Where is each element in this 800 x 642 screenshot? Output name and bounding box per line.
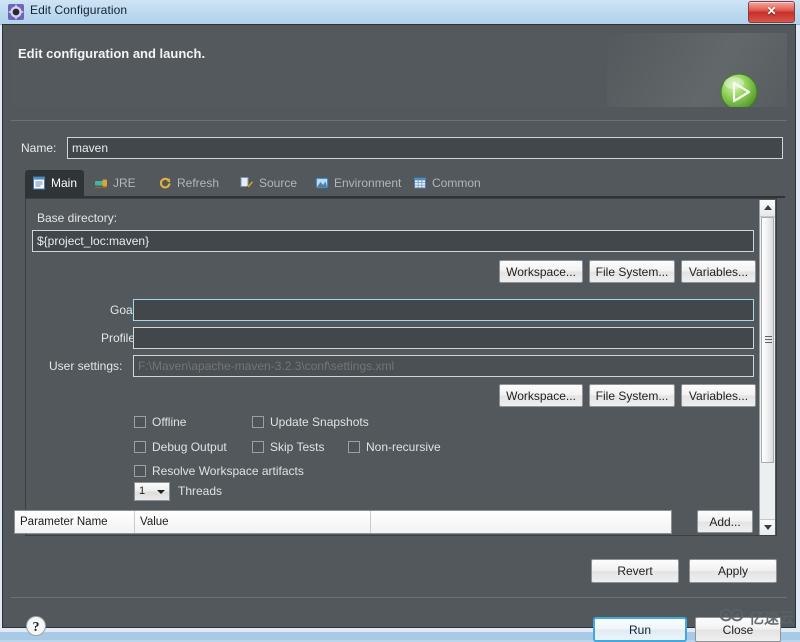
user-settings-input[interactable] (133, 355, 754, 377)
close-icon: ✕ (766, 4, 777, 18)
tab-label: JRE (113, 176, 136, 190)
chevron-down-icon (157, 490, 165, 494)
checkbox-label: Offline (152, 415, 187, 429)
base-dir-file-system-button[interactable]: File System... (589, 260, 675, 283)
checkbox-skip-tests[interactable]: Skip Tests (252, 440, 324, 454)
help-question-icon[interactable]: ? (25, 615, 47, 637)
window-close-button[interactable]: ✕ (748, 1, 795, 23)
table-header-parameter-name[interactable]: Parameter Name (15, 511, 135, 533)
green-run-play-icon (717, 71, 763, 107)
common-table-icon (413, 176, 427, 190)
base-directory-input[interactable] (32, 230, 754, 252)
watermark-text: 亿速云 (748, 610, 794, 627)
checkbox-update-snapshots[interactable]: Update Snapshots (252, 415, 369, 429)
footer-separator (11, 597, 787, 598)
threads-value: 1 (139, 485, 146, 497)
tab-label: Main (51, 176, 78, 190)
user-settings-label: User settings: (49, 359, 123, 373)
watermark: 亿速云 (719, 607, 794, 628)
base-dir-workspace-button[interactable]: Workspace... (499, 260, 583, 283)
threads-spinner[interactable]: 1 (134, 482, 170, 501)
watermark-logo-icon (719, 607, 745, 628)
source-pencil-icon (240, 176, 254, 190)
window-title: Edit Configuration (30, 3, 128, 17)
name-label: Name: (21, 141, 57, 155)
table-header-blank[interactable] (371, 511, 671, 533)
add-parameter-button[interactable]: Add... (697, 510, 753, 533)
parameter-table[interactable]: Parameter Name Value (14, 510, 672, 534)
configuration-gear-icon (8, 4, 24, 20)
edit-configuration-window: Edit Configuration ✕ Edit configuration … (0, 0, 800, 642)
dialog-body: Edit configuration and launch. Name: mav… (2, 24, 796, 642)
checkbox-label: Non-recursive (366, 440, 441, 454)
checkbox-box[interactable] (252, 441, 264, 453)
tab-source[interactable]: Source (233, 170, 304, 196)
checkbox-label: Update Snapshots (270, 415, 369, 429)
chevron-up-icon (764, 205, 772, 210)
header-separator (11, 120, 787, 121)
name-input[interactable] (67, 137, 783, 159)
name-row: Name: (15, 137, 785, 161)
tab-label: Refresh (177, 176, 220, 190)
revert-button[interactable]: Revert (591, 559, 679, 583)
scrollbar-thumb[interactable] (761, 217, 774, 463)
checkbox-offline[interactable]: Offline (134, 415, 186, 429)
dialog-header-title: Edit configuration and launch. (18, 46, 206, 61)
svg-text:?: ? (33, 620, 40, 635)
checkbox-non-recursive[interactable]: Non-recursive (348, 440, 441, 454)
tab-environment[interactable]: Environment (308, 170, 408, 196)
scroll-down-arrow[interactable] (760, 519, 775, 535)
checkbox-label: Skip Tests (270, 440, 325, 454)
checkbox-debug-output[interactable]: Debug Output (134, 440, 227, 454)
threads-label: Threads (178, 484, 223, 498)
scrollbar-grip-icon (765, 336, 772, 344)
checkbox-box[interactable] (134, 416, 146, 428)
base-directory-label: Base directory: (37, 211, 118, 225)
checkbox-label: Resolve Workspace artifacts (152, 464, 304, 478)
jre-icon (94, 176, 108, 190)
checkbox-resolve-workspace-artifacts[interactable]: Resolve Workspace artifacts (134, 464, 304, 478)
tab-bar: Main JRE Refresh Source Environment Comm… (25, 170, 785, 196)
tab-refresh[interactable]: Refresh (151, 170, 226, 196)
scroll-up-arrow[interactable] (760, 200, 775, 217)
dialog-header: Edit configuration and launch. (11, 33, 787, 107)
tab-main[interactable]: Main (25, 170, 85, 196)
checkbox-box[interactable] (252, 416, 264, 428)
user-settings-file-system-button[interactable]: File System... (589, 384, 675, 407)
checkbox-box[interactable] (348, 441, 360, 453)
tab-label: Common (432, 176, 481, 190)
profiles-input[interactable] (133, 327, 754, 349)
table-header-value[interactable]: Value (135, 511, 371, 533)
tab-common[interactable]: Common (406, 170, 488, 196)
checkbox-box[interactable] (134, 441, 146, 453)
document-icon (32, 176, 46, 190)
user-settings-variables-button[interactable]: Variables... (681, 384, 756, 407)
tab-jre[interactable]: JRE (87, 170, 143, 196)
base-dir-variables-button[interactable]: Variables... (681, 260, 756, 283)
checkbox-box[interactable] (134, 465, 146, 477)
chevron-down-icon (764, 525, 772, 530)
goals-input[interactable] (133, 299, 754, 321)
title-bar[interactable]: Edit Configuration ✕ (0, 0, 800, 25)
tab-label: Source (259, 176, 298, 190)
content-vertical-scrollbar[interactable] (759, 200, 775, 535)
tab-label: Environment (334, 176, 402, 190)
user-settings-workspace-button[interactable]: Workspace... (499, 384, 583, 407)
refresh-icon (158, 176, 172, 190)
environment-icon (315, 176, 329, 190)
apply-button[interactable]: Apply (689, 559, 777, 583)
checkbox-label: Debug Output (152, 440, 227, 454)
run-button[interactable]: Run (593, 617, 687, 642)
